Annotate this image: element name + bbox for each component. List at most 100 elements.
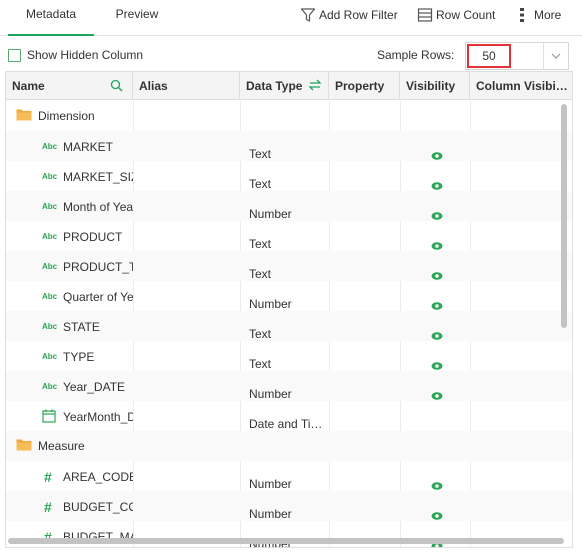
show-hidden-column-checkbox[interactable] <box>8 49 21 62</box>
column-header-data-type[interactable]: Data Type <box>240 72 329 100</box>
field-name-cell[interactable]: Dimension <box>6 101 133 131</box>
vertical-scrollbar[interactable] <box>561 104 567 328</box>
field-name-cell[interactable]: # BUDGET_COGS <box>6 491 133 521</box>
options-row: Show Hidden Column Sample Rows: 50 <box>0 37 582 71</box>
eye-icon[interactable] <box>431 271 443 281</box>
search-icon[interactable] <box>110 79 123 92</box>
add-row-filter-label: Add Row Filter <box>319 8 398 22</box>
field-name-cell[interactable]: Abc MARKET_SIZE <box>6 161 133 191</box>
field-name-cell[interactable]: Measure <box>6 431 133 461</box>
abc-icon: Abc <box>42 172 58 181</box>
field-name-cell[interactable]: # AREA_CODE <box>6 461 133 491</box>
more-label: More <box>534 8 562 22</box>
more-button[interactable]: More <box>518 5 561 25</box>
eye-icon[interactable] <box>431 391 443 401</box>
field-name: TYPE <box>63 350 95 364</box>
tab-preview[interactable]: Preview <box>100 0 174 36</box>
field-row[interactable]: Abc Year_DATE Number <box>6 371 572 401</box>
eye-icon[interactable] <box>431 331 443 341</box>
field-name: Year_DATE <box>63 380 126 394</box>
hash-icon: # <box>44 469 52 485</box>
sample-rows-divider <box>543 43 544 69</box>
field-name: STATE <box>63 320 100 334</box>
eye-icon[interactable] <box>431 361 443 371</box>
eye-icon[interactable] <box>431 151 443 161</box>
abc-icon: Abc <box>42 322 58 331</box>
metadata-grid: Name Alias Data Type Property Visibility… <box>5 71 573 548</box>
field-name: PRODUCT_TYPE <box>63 260 133 274</box>
column-header-data-type-label: Data Type <box>246 79 303 93</box>
column-header-visibility[interactable]: Visibility <box>400 72 470 100</box>
eye-icon[interactable] <box>431 301 443 311</box>
abc-icon: Abc <box>42 262 58 271</box>
field-name-cell[interactable]: Abc PRODUCT <box>6 221 133 251</box>
column-header-name[interactable]: Name <box>6 72 133 100</box>
sample-rows-value[interactable]: 50 <box>467 44 511 68</box>
field-row[interactable]: AbcPRODUCT_TYPEText <box>6 251 572 281</box>
eye-icon[interactable] <box>431 181 443 191</box>
field-name-cell[interactable]: Abc TYPE <box>6 341 133 371</box>
row-count-label: Row Count <box>436 8 496 22</box>
grid-body: DimensionAbcMARKETTextAbcMARKET_SIZEText… <box>6 101 572 547</box>
field-row[interactable]: Abc PRODUCT Text <box>6 221 572 251</box>
row-count-icon <box>417 8 433 22</box>
calendar-icon <box>42 409 56 423</box>
column-header-property[interactable]: Property <box>329 72 400 100</box>
field-name-cell[interactable]: Abc Month of Year <box>6 191 133 221</box>
add-row-filter-button[interactable]: Add Row Filter <box>300 5 398 25</box>
folder-icon <box>16 439 32 451</box>
column-header-alias[interactable]: Alias <box>133 72 240 100</box>
chevron-down-icon[interactable] <box>550 51 562 61</box>
filter-icon <box>300 8 316 22</box>
eye-icon[interactable] <box>431 241 443 251</box>
field-row[interactable]: YearMonth_DATEDate and Ti… <box>6 401 572 431</box>
eye-icon[interactable] <box>431 511 443 521</box>
field-name-cell[interactable]: Abc Quarter of Year <box>6 281 133 311</box>
field-row[interactable]: #BUDGET_COGSNumber <box>6 491 572 521</box>
sample-rows-label: Sample Rows: <box>377 48 455 62</box>
folder-row[interactable]: Measure <box>6 431 572 461</box>
sample-rows-select[interactable]: 50 <box>465 42 569 70</box>
swap-icon[interactable] <box>308 79 322 91</box>
abc-icon: Abc <box>42 292 58 301</box>
field-name-cell[interactable]: YearMonth_DATE <box>6 401 133 431</box>
field-name: BUDGET_COGS <box>63 500 133 514</box>
grid-header: Name Alias Data Type Property Visibility… <box>6 72 572 100</box>
eye-icon[interactable] <box>431 481 443 491</box>
eye-icon[interactable] <box>431 211 443 221</box>
tab-metadata[interactable]: Metadata <box>8 0 94 36</box>
show-hidden-column-label: Show Hidden Column <box>27 48 144 62</box>
field-row[interactable]: # AREA_CODE Number <box>6 461 572 491</box>
folder-name: Dimension <box>38 109 95 123</box>
folder-row[interactable]: Dimension <box>6 101 572 131</box>
field-name: MARKET <box>63 140 114 154</box>
field-row[interactable]: AbcMARKET_SIZEText <box>6 161 572 191</box>
folder-icon <box>16 109 32 121</box>
field-name-cell[interactable]: Abc STATE <box>6 311 133 341</box>
abc-icon: Abc <box>42 232 58 241</box>
field-row[interactable]: Abc TYPE Text <box>6 341 572 371</box>
field-name-cell[interactable]: Abc Year_DATE <box>6 371 133 401</box>
hash-icon: # <box>44 499 52 515</box>
field-name: YearMonth_DATE <box>63 410 133 424</box>
abc-icon: Abc <box>42 382 58 391</box>
more-icon <box>520 8 524 22</box>
field-name: MARKET_SIZE <box>63 170 133 184</box>
field-name-cell[interactable]: Abc PRODUCT_TYPE <box>6 251 133 281</box>
field-name: Quarter of Year <box>63 290 133 304</box>
field-name: PRODUCT <box>63 230 123 244</box>
top-tab-bar: Metadata Preview Add Row Filter Row Coun… <box>0 0 582 36</box>
abc-icon: Abc <box>42 352 58 361</box>
column-header-column-visibility[interactable]: Column Visibi… <box>470 72 572 100</box>
field-name: BUDGET_MARGIN <box>63 530 133 544</box>
field-row[interactable]: Abc MARKET Text <box>6 131 572 161</box>
field-name-cell[interactable]: Abc MARKET <box>6 131 133 161</box>
column-header-name-label: Name <box>12 79 45 93</box>
field-name: AREA_CODE <box>63 470 133 484</box>
horizontal-scrollbar[interactable] <box>8 538 564 544</box>
field-row[interactable]: Abc Month of Year Number <box>6 191 572 221</box>
field-row[interactable]: AbcQuarter of YearNumber <box>6 281 572 311</box>
field-row[interactable]: Abc STATE Text <box>6 311 572 341</box>
row-count-button[interactable]: Row Count <box>417 5 495 25</box>
folder-name: Measure <box>38 439 85 453</box>
